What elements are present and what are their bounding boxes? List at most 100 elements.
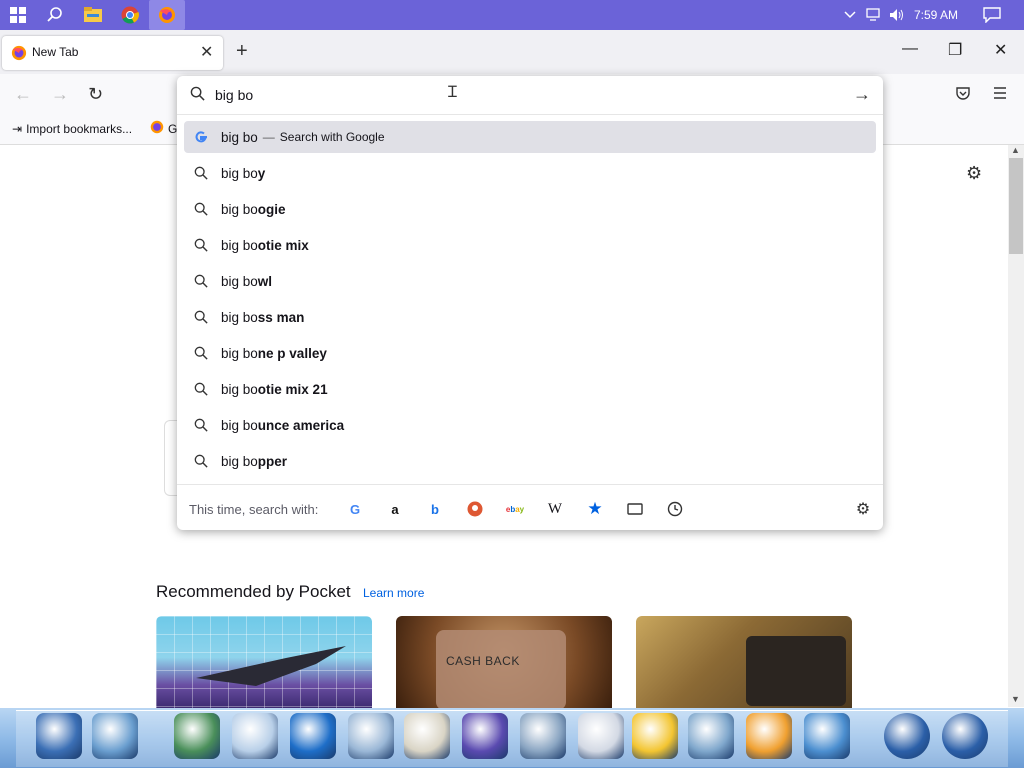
search-icon <box>190 310 212 324</box>
network-computer-icon[interactable] <box>174 713 220 759</box>
pocket-card[interactable] <box>156 616 372 708</box>
media-player-icon[interactable] <box>746 713 792 759</box>
suggestion-prefix: big bo <box>221 201 258 217</box>
trash-icon[interactable] <box>92 713 138 759</box>
forward-arrow-icon[interactable]: → <box>51 84 69 105</box>
search-magnifier-icon[interactable] <box>348 713 394 759</box>
import-icon: ⇥ <box>12 122 23 136</box>
suggestion-action: Search with Google <box>279 130 385 144</box>
suggestion-item[interactable]: big bone p valley <box>184 337 876 369</box>
new-tab-button[interactable]: + <box>236 40 248 63</box>
google-icon[interactable]: G <box>345 499 365 519</box>
search-icon <box>190 454 212 468</box>
divider <box>177 114 883 115</box>
disk-icon[interactable] <box>520 713 566 759</box>
close-window-button[interactable]: ✕ <box>994 40 1007 60</box>
suggestion-completion: otie mix <box>257 237 309 253</box>
suggestion-item[interactable]: big bootie mix <box>184 229 876 261</box>
minimize-button[interactable]: — <box>902 40 918 58</box>
internet-explorer-icon[interactable] <box>290 713 336 759</box>
power-icon[interactable] <box>884 713 930 759</box>
ebay-icon[interactable]: ebay <box>505 499 525 519</box>
tabs-icon[interactable] <box>625 499 645 519</box>
duckduckgo-icon[interactable] <box>465 499 485 519</box>
network-icon[interactable] <box>862 3 886 27</box>
pocket-icon[interactable] <box>955 86 971 107</box>
search-icon <box>190 274 212 288</box>
chrome-icon[interactable] <box>118 3 142 27</box>
chevron-up-icon[interactable] <box>838 3 862 27</box>
suggestion-prefix: big bo <box>221 273 258 289</box>
pocket-card[interactable]: CASH BACK <box>396 616 612 708</box>
suggestion-item[interactable]: big bopper <box>184 445 876 477</box>
firefox-icon[interactable] <box>149 0 185 30</box>
import-bookmarks-item[interactable]: ⇥ Import bookmarks... <box>12 122 132 136</box>
sun-settings-icon[interactable] <box>632 713 678 759</box>
gear-icon[interactable]: ⚙ <box>966 163 982 184</box>
suggestion-prefix: big bo <box>221 345 258 361</box>
scrollbar-thumb[interactable] <box>1009 158 1023 254</box>
suggestion-item[interactable]: big bootie mix 21 <box>184 373 876 405</box>
volume-icon[interactable] <box>885 3 909 27</box>
rtf-document-icon[interactable] <box>404 713 450 759</box>
suggestion-item[interactable]: big boogie <box>184 193 876 225</box>
bing-icon[interactable]: b <box>425 499 445 519</box>
windows-start-icon[interactable] <box>6 3 30 27</box>
suggestion-item[interactable]: big bounce america <box>184 409 876 441</box>
pocket-card[interactable] <box>636 616 852 708</box>
learn-more-link[interactable]: Learn more <box>363 586 424 600</box>
address-input[interactable] <box>215 86 815 104</box>
separator-dash: — <box>262 130 275 144</box>
folder-clock-icon[interactable] <box>578 713 624 759</box>
suggestion-completion: pper <box>257 453 288 469</box>
search-icon[interactable] <box>43 3 67 27</box>
suggestion-text: big bootie mix <box>221 238 309 253</box>
suggestion-text: big bowl <box>221 274 272 289</box>
suggestion-text: big bopper <box>221 454 287 469</box>
cube-icon[interactable] <box>462 713 508 759</box>
tab-new-tab[interactable]: New Tab ✕ <box>2 36 223 70</box>
suggestion-completion: unce america <box>257 417 345 433</box>
suggestion-item[interactable]: big bowl <box>184 265 876 297</box>
suggestion-completion: wl <box>257 273 273 289</box>
suggestion-search-google[interactable]: big bo — Search with Google <box>184 121 876 153</box>
one-off-label: This time, search with: <box>189 502 319 517</box>
suggestion-item[interactable]: big boss man <box>184 301 876 333</box>
suggestion-text: big bounce america <box>221 418 344 433</box>
music-icon[interactable] <box>688 713 734 759</box>
suggestion-prefix: big bo <box>221 381 258 397</box>
firefox-icon <box>11 45 27 66</box>
suggestion-completion: ne p valley <box>257 345 327 361</box>
suggestion-item[interactable]: big boy <box>184 157 876 189</box>
suggestion-completion: ogie <box>257 201 286 217</box>
menu-icon[interactable] <box>992 86 1008 105</box>
shutdown-icon[interactable] <box>942 713 988 759</box>
suggestion-prefix: big bo <box>221 417 258 433</box>
close-tab-icon[interactable]: ✕ <box>200 42 213 62</box>
back-arrow-icon[interactable]: ← <box>14 84 32 105</box>
history-icon[interactable] <box>665 499 685 519</box>
firefox-bookmark-icon[interactable] <box>150 120 164 139</box>
bookmark-partial-label[interactable]: G <box>168 122 177 136</box>
amazon-icon[interactable]: a <box>385 499 405 519</box>
search-icon <box>190 86 205 106</box>
clock[interactable]: 7:59 AM <box>914 8 958 22</box>
text-cursor-icon: Ɪ <box>448 84 457 101</box>
wikipedia-icon[interactable]: W <box>545 499 565 519</box>
dock-shelf <box>16 710 1008 767</box>
mail-icon[interactable] <box>232 713 278 759</box>
paint-icon[interactable] <box>804 713 850 759</box>
scroll-down-icon[interactable]: ▼ <box>1011 694 1020 704</box>
go-arrow-icon[interactable]: → <box>853 84 871 105</box>
search-settings-icon[interactable]: ⚙ <box>853 499 873 519</box>
scroll-up-icon[interactable]: ▲ <box>1011 145 1020 155</box>
search-icon <box>190 382 212 396</box>
key-icon[interactable] <box>36 713 82 759</box>
file-explorer-icon[interactable] <box>81 3 105 27</box>
notifications-icon[interactable] <box>980 3 1004 27</box>
bookmarks-star-icon[interactable]: ★ <box>585 499 605 519</box>
suggestion-text: big boogie <box>221 202 286 217</box>
restore-button[interactable]: ❐ <box>948 40 962 60</box>
card-image <box>746 636 846 706</box>
reload-icon[interactable]: ↻ <box>88 84 103 105</box>
